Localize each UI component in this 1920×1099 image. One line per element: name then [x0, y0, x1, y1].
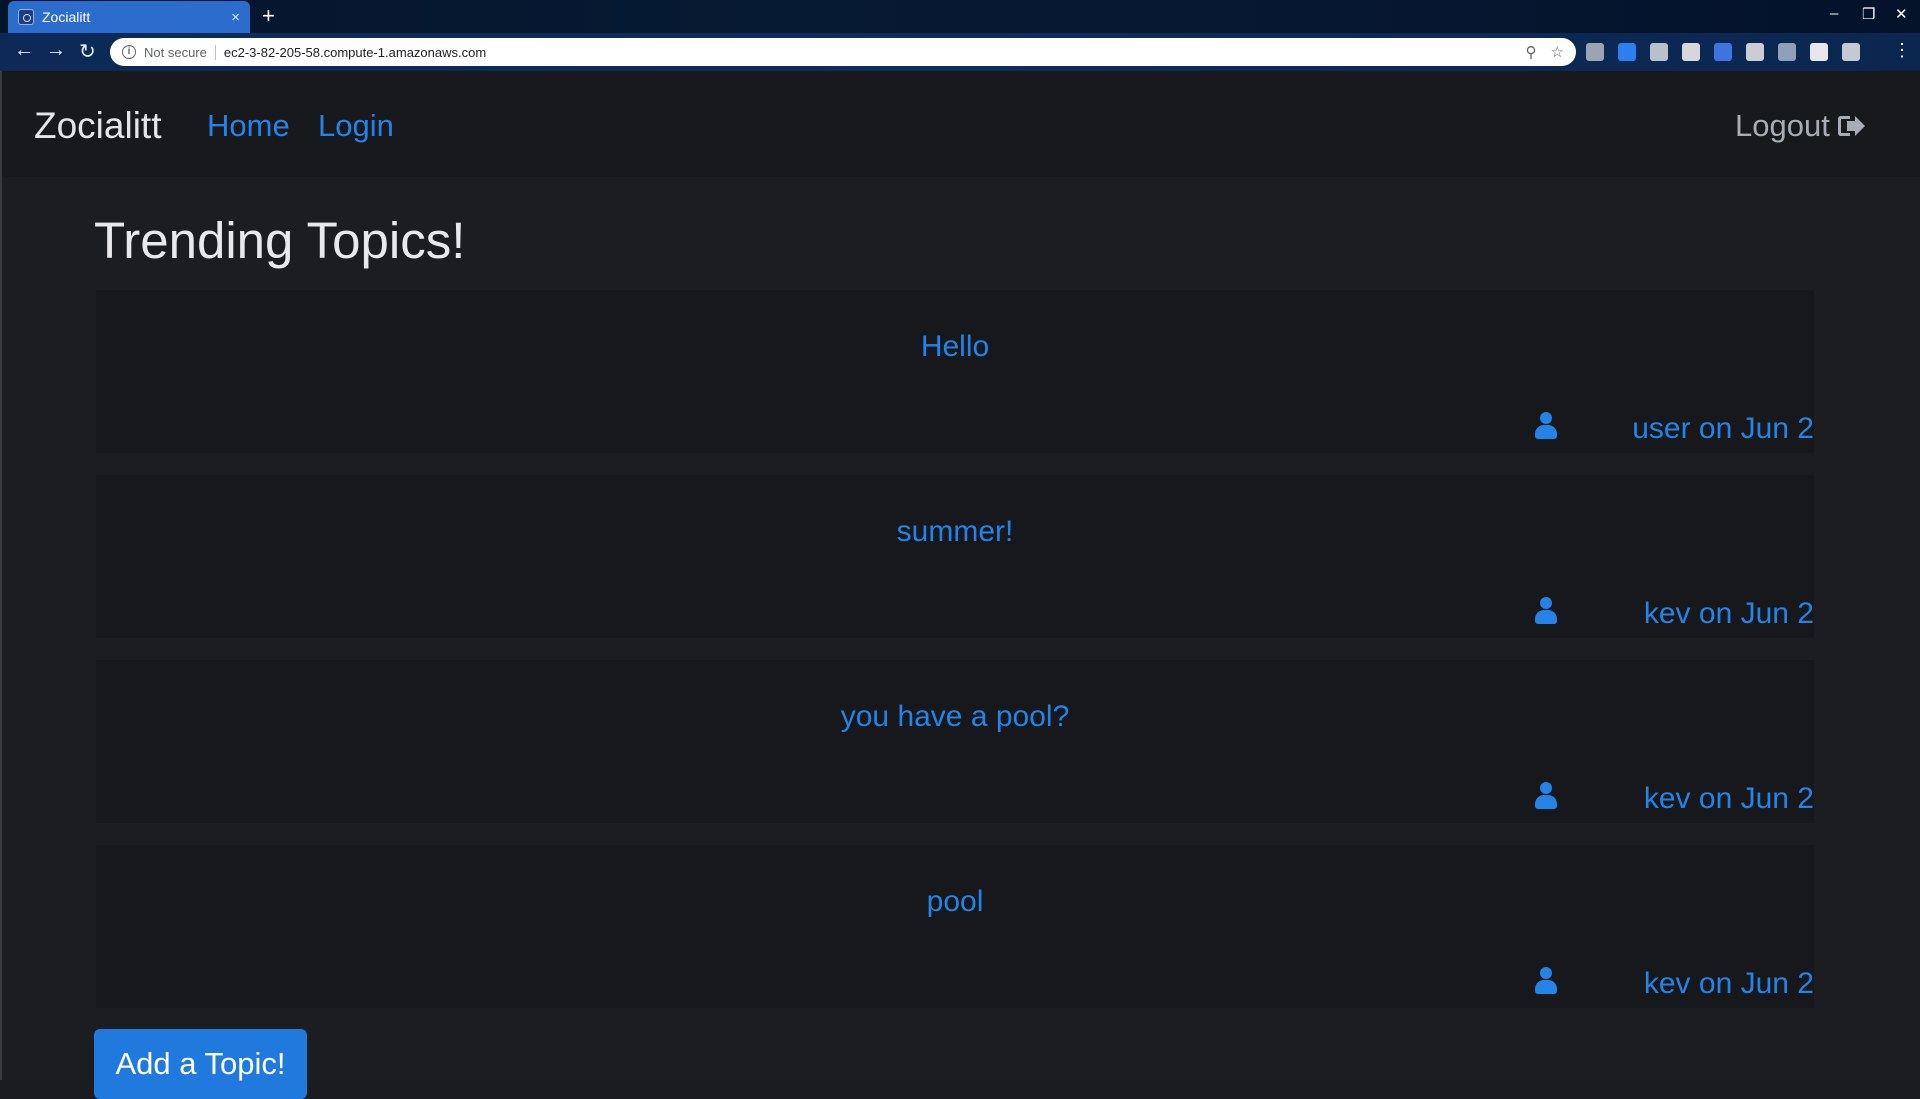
browser-menu-icon[interactable]: ⋮: [1893, 40, 1911, 61]
user-icon: [1534, 967, 1558, 995]
topic-card: pool kev on Jun 2: [96, 845, 1814, 1008]
topic-card: Hello user on Jun 2: [96, 290, 1814, 453]
add-topic-button[interactable]: Add a Topic!: [94, 1029, 307, 1099]
topic-title-link[interactable]: Hello: [96, 330, 1814, 364]
minimize-button[interactable]: –: [1830, 5, 1838, 22]
extension-icon[interactable]: [1682, 43, 1700, 61]
extension-icon[interactable]: [1714, 43, 1732, 61]
extension-icon[interactable]: [1842, 43, 1860, 61]
extension-icon[interactable]: [1650, 43, 1668, 61]
extension-icon[interactable]: [1778, 43, 1796, 61]
logout-label: Logout: [1735, 108, 1830, 143]
browser-titlebar: Zocialitt × + – ❐ ✕: [0, 0, 1920, 33]
logout-link[interactable]: Logout: [1735, 108, 1865, 144]
user-icon: [1534, 412, 1558, 440]
topic-author-date[interactable]: kev on Jun 2: [1644, 967, 1814, 1001]
topic-author-date[interactable]: user on Jun 2: [1632, 412, 1814, 446]
web-page: Zocialitt Home Login Logout Trending Top…: [0, 71, 1920, 1099]
back-button[interactable]: ←: [14, 39, 34, 62]
extension-icon[interactable]: [1810, 43, 1828, 61]
maximize-button[interactable]: ❐: [1862, 5, 1875, 23]
extension-icons: [1586, 43, 1860, 61]
topic-title-link[interactable]: pool: [96, 885, 1814, 919]
address-bar[interactable]: i Not secure ec2-3-82-205-58.compute-1.a…: [110, 38, 1576, 66]
topic-author-date[interactable]: kev on Jun 2: [1644, 597, 1814, 631]
page-title: Trending Topics!: [94, 212, 466, 269]
topic-title-link[interactable]: you have a pool?: [96, 700, 1814, 734]
forward-button[interactable]: →: [46, 39, 66, 62]
topic-author-date[interactable]: kev on Jun 2: [1644, 782, 1814, 816]
tab-title: Zocialitt: [42, 9, 91, 25]
brand-logo[interactable]: Zocialitt: [34, 105, 161, 147]
nav-login-link[interactable]: Login: [318, 108, 394, 144]
sign-out-icon: [1837, 115, 1865, 137]
browser-toolbar: ← → ↻ i Not secure ec2-3-82-205-58.compu…: [0, 33, 1920, 71]
bookmark-star-icon[interactable]: ☆: [1551, 43, 1564, 61]
security-label[interactable]: Not secure: [144, 44, 216, 60]
topic-card: you have a pool? kev on Jun 2: [96, 660, 1814, 823]
zoom-icon[interactable]: ⚲: [1526, 43, 1537, 61]
site-navbar: Zocialitt Home Login Logout: [2, 71, 1920, 177]
browser-tab[interactable]: Zocialitt ×: [8, 1, 250, 33]
extension-icon[interactable]: [1586, 43, 1604, 61]
user-icon: [1534, 597, 1558, 625]
reload-button[interactable]: ↻: [79, 39, 96, 64]
nav-home-link[interactable]: Home: [207, 108, 290, 144]
extension-icon[interactable]: [1746, 43, 1764, 61]
url-text[interactable]: ec2-3-82-205-58.compute-1.amazonaws.com: [224, 45, 1512, 60]
app-favicon-icon: [18, 9, 34, 25]
topic-title-link[interactable]: summer!: [96, 515, 1814, 549]
topic-card: summer! kev on Jun 2: [96, 475, 1814, 638]
user-icon: [1534, 782, 1558, 810]
extension-icon[interactable]: [1618, 43, 1636, 61]
close-window-button[interactable]: ✕: [1895, 5, 1908, 23]
new-tab-button[interactable]: +: [262, 3, 275, 29]
info-icon[interactable]: i: [122, 45, 136, 59]
tab-close-icon[interactable]: ×: [231, 9, 240, 26]
